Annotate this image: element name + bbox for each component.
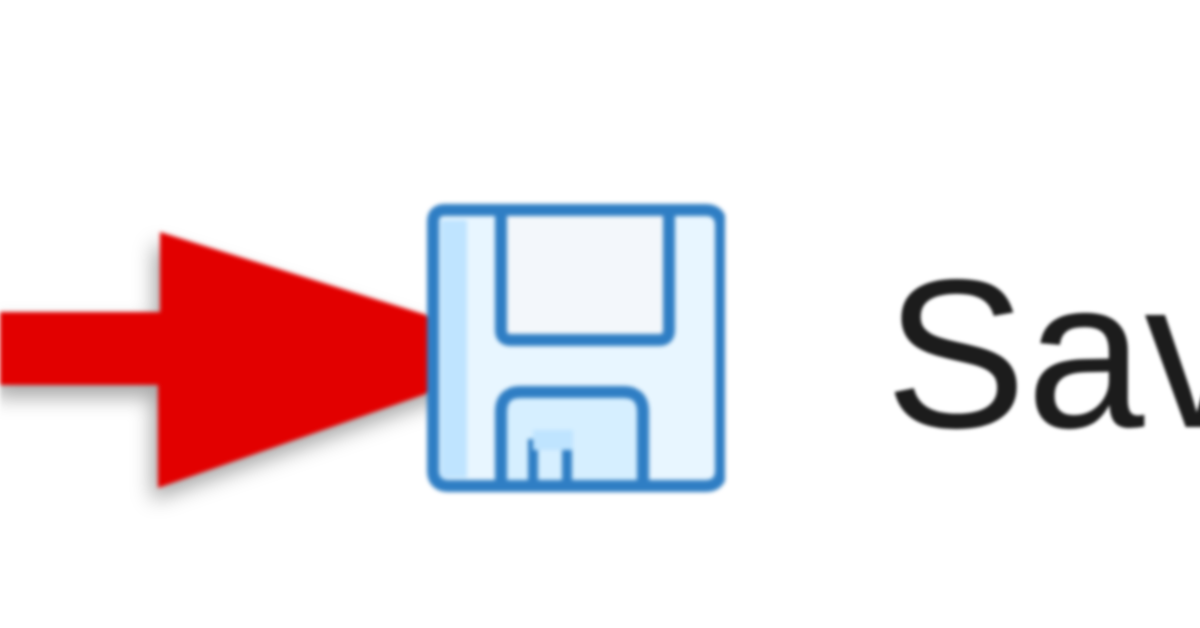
save-button[interactable]: Save (405, 190, 1200, 510)
floppy-disk-icon (427, 204, 725, 492)
save-label: Save (885, 235, 1200, 472)
screenshot-crop: Save (0, 0, 1200, 628)
